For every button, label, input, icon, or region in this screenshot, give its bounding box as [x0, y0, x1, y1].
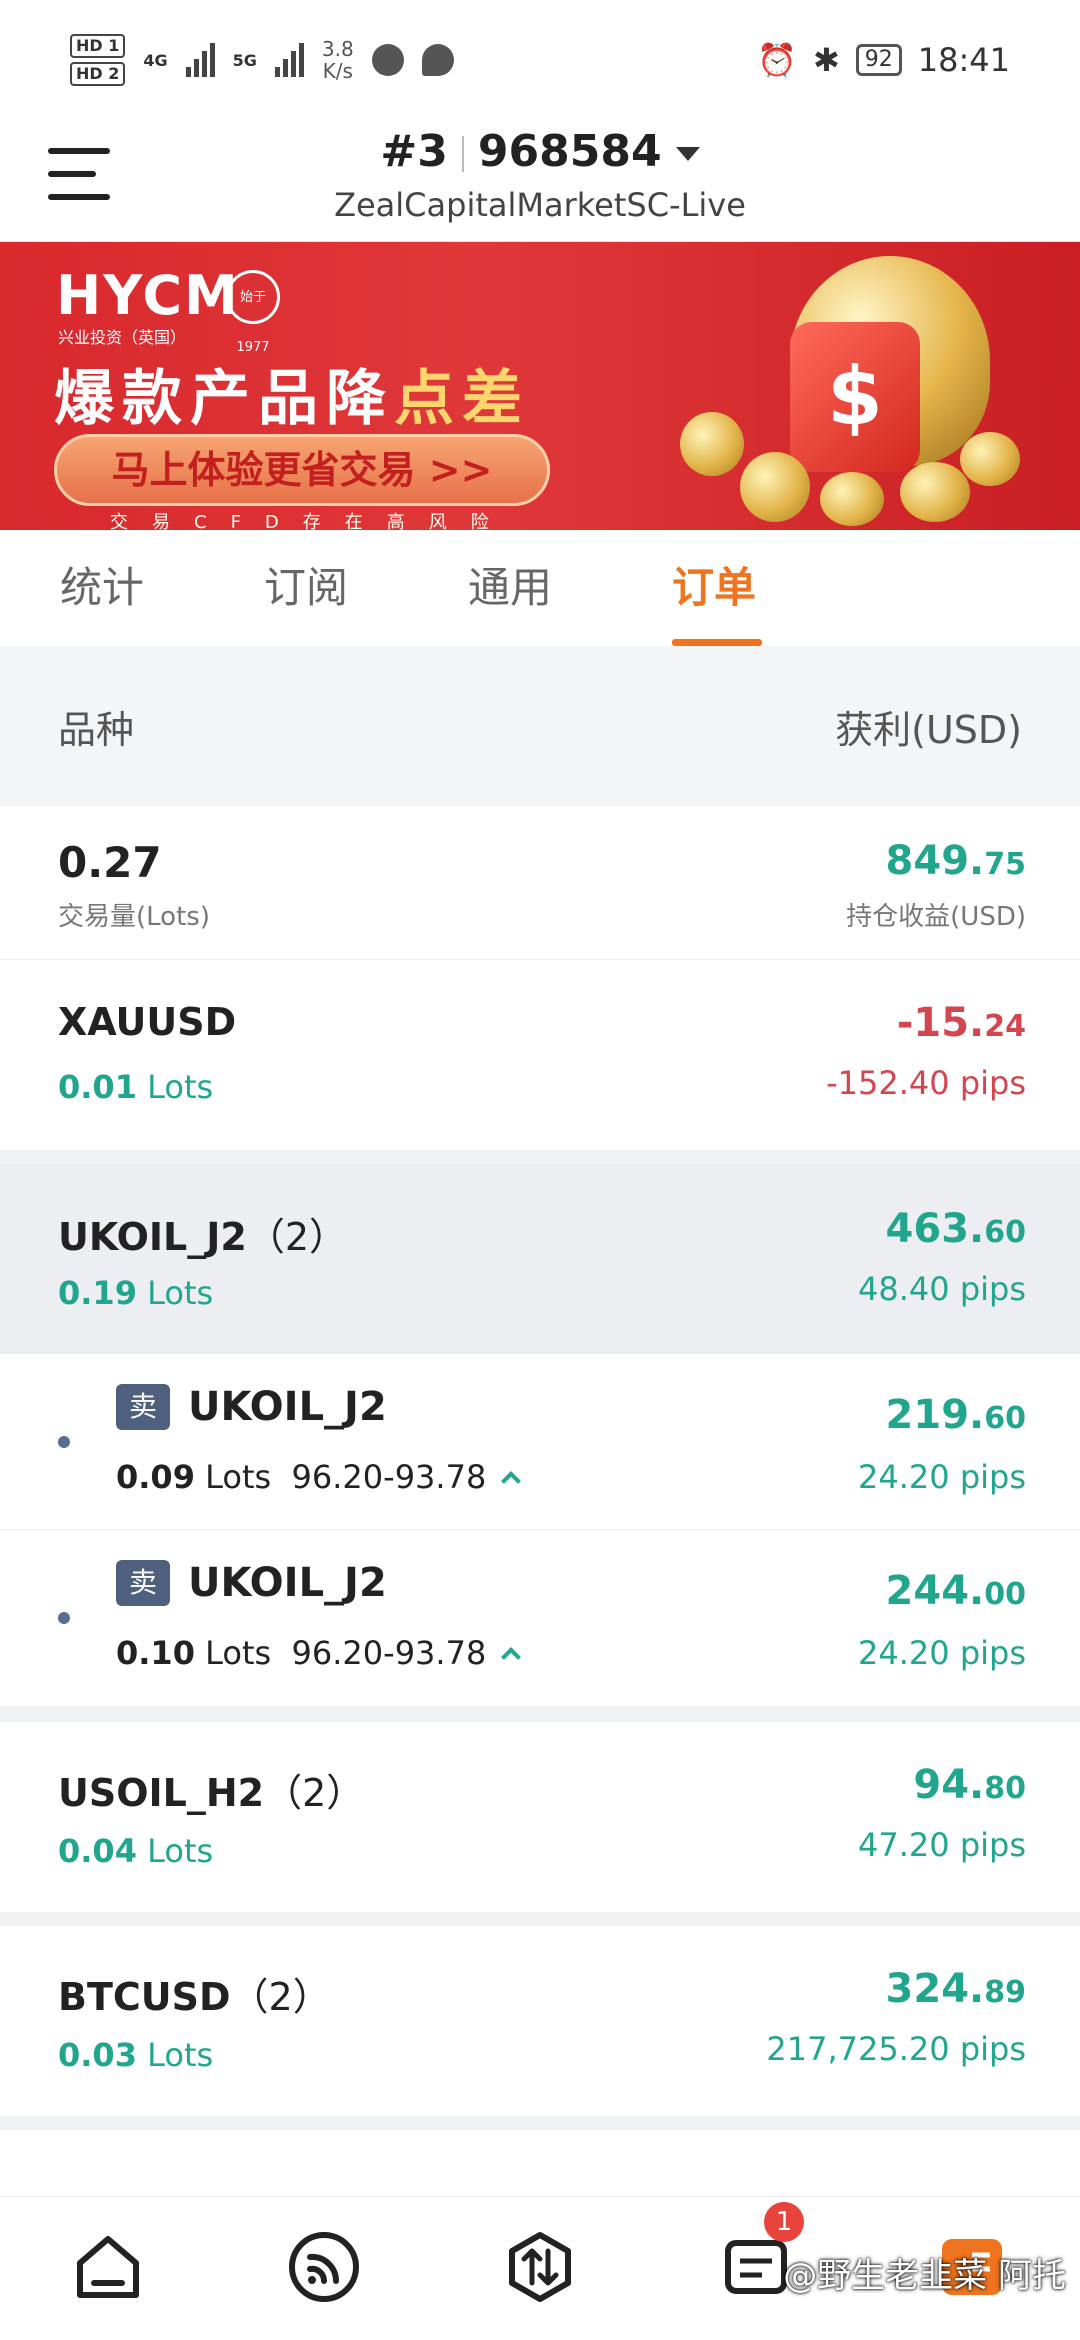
floating-profit: 849.75 — [885, 838, 1026, 884]
bullet-icon — [58, 1612, 70, 1624]
account-number: 968584 — [477, 126, 662, 177]
watermark: @野生老韭菜 阿托 — [783, 2256, 1066, 2296]
sub-order-profit: 219.60 — [885, 1392, 1026, 1438]
banner-risk-warning: 交易CFD存在高风险 — [110, 512, 513, 530]
tab-general[interactable]: 通用 — [408, 530, 612, 646]
coin-icon — [740, 452, 810, 522]
column-profit-label: 获利(USD) — [835, 707, 1022, 752]
battery-indicator: 92 — [855, 44, 902, 76]
sub-order-info: 0.09 Lots 96.20-93.78 — [116, 1458, 522, 1496]
chat-app-icon — [421, 44, 454, 76]
trade-icon[interactable] — [502, 2229, 578, 2305]
order-symbol: USOIL_H2（2） — [58, 1771, 365, 1815]
promo-banner[interactable]: HYCM 兴业投资（英国） 始于1977 爆款产品降点差 马上体验更省交易 >>… — [0, 242, 1080, 530]
order-pips: 217,725.20 pips — [766, 2030, 1026, 2068]
banner-headline: 爆款产品降点差 — [54, 364, 530, 434]
dropdown-caret-icon — [675, 147, 700, 161]
order-row-usoil[interactable]: USOIL_H2（2） 0.04 Lots 94.80 47.20 pips — [0, 1722, 1080, 1912]
network-speed: 3.8 K/s — [321, 37, 354, 83]
summary-row: 0.27 交易量(Lots) 849.75 持仓收益(USD) — [0, 806, 1080, 960]
order-symbol: BTCUSD（2） — [58, 1975, 331, 2019]
order-profit: -15.24 — [896, 1000, 1026, 1046]
order-group-ukoil[interactable]: UKOIL_J2（2） 0.19 Lots 463.60 48.40 pips — [0, 1164, 1080, 1354]
bluetooth-icon: ✱ — [812, 41, 840, 79]
sell-badge: 卖 — [116, 1384, 170, 1430]
order-symbol: UKOIL_J2（2） — [58, 1215, 348, 1259]
total-volume-label: 交易量(Lots) — [58, 902, 210, 932]
bullet-icon — [58, 1436, 70, 1448]
row-separator — [0, 1150, 1080, 1164]
sub-order-profit: 244.00 — [885, 1568, 1026, 1614]
voice-app-icon — [371, 44, 404, 76]
chevron-up-icon[interactable] — [501, 1471, 522, 1491]
sub-order-symbol: UKOIL_J2 — [188, 1560, 387, 1606]
hd2-indicator: HD 2 — [70, 62, 126, 86]
order-pips: -152.40 pips — [826, 1064, 1026, 1102]
order-lots: 0.19 Lots — [58, 1274, 214, 1312]
order-lots: 0.01 Lots — [58, 1068, 214, 1106]
order-pips: 47.20 pips — [858, 1826, 1026, 1864]
notification-badge: 1 — [764, 2202, 804, 2242]
order-lots: 0.03 Lots — [58, 2036, 214, 2074]
hd1-indicator: HD 1 — [70, 34, 126, 58]
status-bar: HD 1 HD 2 4G 5G 3.8 K/s ⏰ ✱ 92 18:41 — [0, 0, 1080, 120]
sub-order-pips: 24.20 pips — [858, 1458, 1026, 1496]
chevron-up-icon[interactable] — [501, 1647, 522, 1667]
app-header: #3 968584 ZealCapitalMarketSC-Live — [0, 120, 1080, 242]
row-separator — [0, 1706, 1080, 1722]
order-profit: 94.80 — [913, 1762, 1026, 1808]
row-separator — [0, 1912, 1080, 1926]
banner-seal: 始于1977 — [226, 270, 280, 355]
floating-profit-label: 持仓收益(USD) — [846, 902, 1026, 932]
sub-order-info: 0.10 Lots 96.20-93.78 — [116, 1634, 522, 1672]
server-name: ZealCapitalMarketSC-Live — [334, 186, 746, 224]
network-4g-label: 4G — [143, 50, 168, 70]
column-header: 品种 获利(USD) — [0, 646, 1080, 806]
banner-logo: HYCM — [56, 264, 240, 327]
order-row-xauusd[interactable]: XAUUSD 0.01 Lots -15.24 -152.40 pips — [0, 962, 1080, 1150]
signal-icon[interactable] — [286, 2229, 362, 2305]
banner-cta-button[interactable]: 马上体验更省交易 >> — [54, 434, 550, 506]
order-row-btcusd[interactable]: BTCUSD（2） 0.03 Lots 324.89 217,725.20 pi… — [0, 1926, 1080, 2116]
signal-icon — [185, 43, 215, 77]
clock: 18:41 — [917, 41, 1010, 79]
tab-bar: 统计 订阅 通用 订单 — [0, 530, 1080, 646]
tab-orders[interactable]: 订单 — [612, 530, 816, 646]
coin-icon — [900, 462, 970, 522]
home-icon[interactable] — [70, 2229, 146, 2305]
coin-icon — [820, 472, 884, 526]
coin-icon — [680, 412, 744, 476]
alarm-icon: ⏰ — [757, 41, 797, 79]
banner-logo-sub: 兴业投资（英国） — [58, 328, 187, 347]
total-volume: 0.27 — [58, 838, 162, 887]
sub-order-symbol: UKOIL_J2 — [188, 1384, 387, 1430]
order-symbol: XAUUSD — [58, 1000, 237, 1044]
coin-icon — [960, 432, 1020, 486]
column-symbol-label: 品种 — [58, 707, 135, 752]
row-separator — [0, 2116, 1080, 2130]
active-tab-indicator — [672, 639, 762, 646]
account-selector[interactable]: #3 968584 — [0, 126, 1080, 177]
sub-order-row[interactable]: 卖 UKOIL_J2 0.09 Lots 96.20-93.78 219.60 … — [0, 1354, 1080, 1530]
signal-icon — [274, 43, 304, 77]
dollar-box-icon: $ — [790, 322, 920, 472]
order-pips: 48.40 pips — [858, 1270, 1026, 1308]
sub-order-pips: 24.20 pips — [858, 1634, 1026, 1672]
account-prefix: #3 — [380, 126, 448, 177]
network-5g-label: 5G — [232, 50, 257, 70]
sell-badge: 卖 — [116, 1560, 170, 1606]
order-profit: 324.89 — [885, 1966, 1026, 2012]
tab-subscribe[interactable]: 订阅 — [204, 530, 408, 646]
order-lots: 0.04 Lots — [58, 1832, 214, 1870]
tab-statistics[interactable]: 统计 — [0, 530, 204, 646]
sub-order-row[interactable]: 卖 UKOIL_J2 0.10 Lots 96.20-93.78 244.00 … — [0, 1530, 1080, 1706]
order-profit: 463.60 — [885, 1206, 1026, 1252]
